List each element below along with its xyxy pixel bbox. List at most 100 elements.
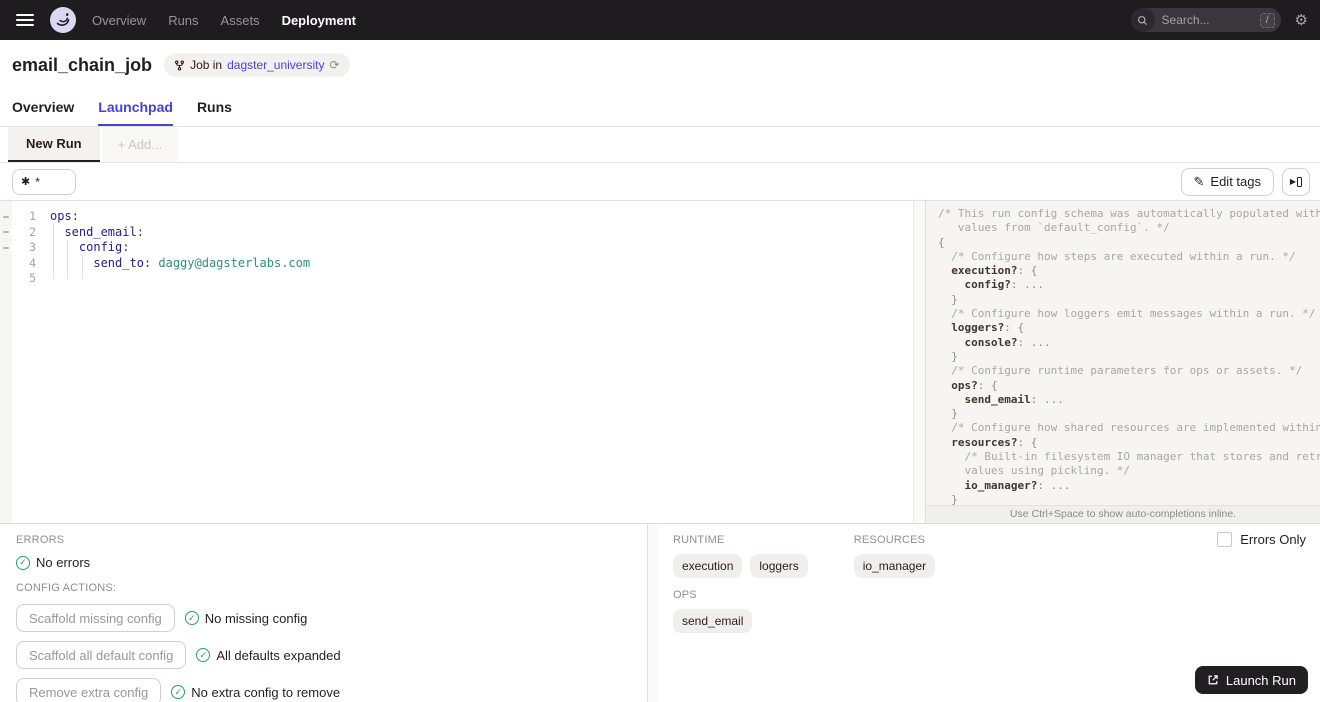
tab-runs[interactable]: Runs: [197, 99, 232, 126]
fold-marker: [0, 271, 12, 287]
settings-gear-icon[interactable]: ⚙: [1295, 11, 1308, 29]
editor-line-numbers: 12345: [12, 201, 42, 523]
line-number: 2: [29, 224, 36, 239]
config-action-button[interactable]: Scaffold all default config: [16, 641, 187, 669]
config-actions-label: CONFIG ACTIONS:: [16, 582, 117, 594]
editor-fold-gutter[interactable]: [0, 201, 12, 523]
config-sections-panel: RUNTIME execution loggers RESOURCES io_manag…: [657, 524, 1320, 702]
fold-marker: [0, 240, 12, 256]
errors-only-label: Errors Only: [1240, 532, 1306, 547]
search-shortcut-key: /: [1259, 12, 1275, 28]
add-config-tab-button[interactable]: + Add...: [101, 127, 179, 162]
tag-group-label: RESOURCES: [853, 534, 926, 546]
config-action-status: ✓ No missing config: [184, 611, 307, 626]
config-editor[interactable]: ops: send_email: config: send_to: daggy@…: [42, 201, 913, 523]
line-number: 1: [29, 209, 36, 223]
errors-and-actions-panel: ERRORS ✓ No errors CONFIG ACTIONS: Scaff…: [0, 524, 647, 702]
tag-group-label: RUNTIME: [673, 534, 725, 546]
schema-line: values using pickling. */: [938, 464, 1131, 478]
tag-pill[interactable]: io_manager: [853, 554, 936, 578]
schema-line: loggers?: {: [938, 321, 1025, 335]
check-icon: ✓: [171, 685, 186, 699]
code-line: send_email:: [50, 224, 144, 239]
schema-line: /* Configure runtime parameters for ops …: [938, 364, 1303, 378]
schema-line: execution?: {: [938, 264, 1038, 278]
schema-line: config?: ...: [938, 278, 1044, 292]
run-config-schema-panel[interactable]: /* This run config schema was automatica…: [925, 201, 1320, 523]
tab-launchpad[interactable]: Launchpad: [98, 99, 173, 126]
tag-group-label: OPS: [673, 589, 697, 601]
search-icon: [1130, 8, 1155, 32]
tag-row-1: RUNTIME execution loggers RESOURCES io_manag…: [673, 534, 1304, 578]
tag-group-runtime: RUNTIME execution loggers: [673, 534, 808, 578]
op-selection-input[interactable]: ✱ *: [12, 168, 76, 195]
errors-only-checkbox[interactable]: [1217, 532, 1233, 547]
pencil-icon: ✎: [1193, 173, 1205, 189]
config-action-button[interactable]: Remove extra config: [16, 678, 162, 702]
schema-line: values from `default_config`. */: [938, 221, 1170, 235]
check-icon: ✓: [196, 648, 211, 662]
code-line: ops:: [50, 209, 79, 223]
repo-link[interactable]: dagster_university: [227, 58, 324, 72]
nav-link-overview[interactable]: Overview: [92, 13, 146, 28]
editor-code-lines: ops: send_email: config: send_to: daggy@…: [50, 209, 913, 287]
config-action-row: Scaffold all default config ✓ All defaults…: [16, 641, 631, 669]
nav-link-assets[interactable]: Assets: [221, 13, 260, 28]
errors-label: ERRORS: [16, 534, 65, 546]
check-icon: ✓: [184, 611, 199, 625]
code-line: config:: [50, 240, 130, 254]
line-number: 5: [29, 271, 36, 285]
autocomplete-hint: Use Ctrl+Space to show auto-completions …: [926, 505, 1320, 523]
global-search-input[interactable]: Search... /: [1130, 8, 1281, 32]
schema-line: send_email: ...: [938, 392, 1064, 406]
tab-overview[interactable]: Overview: [12, 99, 74, 126]
bottom-panel-splitter[interactable]: [647, 524, 657, 702]
schema-line: /* Configure how steps are executed with…: [938, 249, 1296, 263]
refresh-icon[interactable]: ⟳: [329, 58, 339, 72]
page-header: email_chain_job Job in dagster_universit…: [0, 40, 1320, 127]
schema-line: }: [938, 407, 958, 421]
toggle-schema-panel-button[interactable]: ▶: [1282, 167, 1310, 196]
schema-line: io_manager?: ...: [938, 478, 1071, 492]
editor-schema-splitter[interactable]: [913, 201, 925, 523]
config-action-row: Scaffold missing config ✓ No missing confi…: [16, 604, 631, 632]
schema-line: console?: ...: [938, 335, 1051, 349]
tag-pill[interactable]: execution: [673, 554, 743, 578]
page-title: email_chain_job: [12, 54, 153, 75]
dagster-logo-icon[interactable]: [50, 7, 76, 33]
tag-pill[interactable]: send_email: [673, 609, 753, 633]
fold-marker: [0, 256, 12, 272]
run-config-tab-new-run[interactable]: New Run: [8, 127, 100, 162]
config-action-status: ✓ No extra config to remove: [171, 685, 340, 700]
config-action-button[interactable]: Scaffold missing config: [16, 604, 175, 632]
nav-link-runs[interactable]: Runs: [168, 13, 198, 28]
top-navbar: Overview Runs Assets Deployment Search... /…: [0, 0, 1320, 40]
launch-run-button[interactable]: Launch Run: [1194, 666, 1308, 694]
schema-line: /* Built-in filesystem IO manager that s…: [938, 450, 1320, 464]
job-location-badge: Job in dagster_university ⟳: [164, 53, 350, 77]
bottom-panel: ERRORS ✓ No errors CONFIG ACTIONS: Scaff…: [0, 523, 1320, 702]
hamburger-menu-icon[interactable]: [16, 14, 34, 26]
schema-line: /* Configure how loggers emit messages w…: [938, 307, 1316, 321]
schema-line: ops?: {: [938, 378, 998, 392]
schema-line: {: [938, 235, 945, 249]
errors-status: ✓ No errors: [16, 555, 631, 570]
op-selection-value: *: [35, 174, 40, 189]
schema-line: }: [938, 349, 958, 363]
config-actions-list: Scaffold missing config ✓ No missing confi…: [16, 604, 631, 702]
line-number: 4: [29, 255, 36, 270]
expand-panel-icon: ▶: [1289, 176, 1297, 186]
nav-link-deployment[interactable]: Deployment: [282, 13, 356, 28]
errors-only-control: Errors Only: [1217, 532, 1306, 547]
edit-tags-button[interactable]: ✎ Edit tags: [1180, 167, 1274, 196]
launchpad-tab-strip: New Run + Add...: [0, 127, 1320, 163]
config-action-row: Remove extra config ✓ No extra config to r…: [16, 678, 631, 702]
fork-icon: [175, 59, 185, 71]
schema-line: /* This run config schema was automatica…: [938, 207, 1320, 220]
code-line: send_to: daggy@dagsterlabs.com: [50, 255, 311, 270]
tag-pill[interactable]: loggers: [750, 554, 808, 578]
job-tabs: Overview Launchpad Runs: [12, 99, 1308, 126]
job-badge-prefix: Job in: [190, 58, 223, 72]
line-number: 3: [29, 240, 36, 254]
